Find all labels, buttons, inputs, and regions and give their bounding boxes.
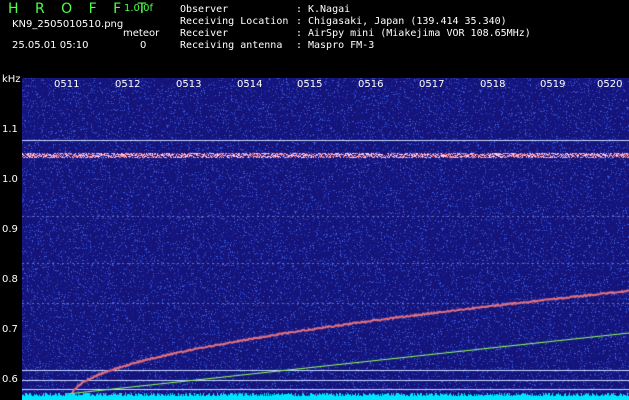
observer-key: Observer xyxy=(180,4,229,15)
spectrogram-canvas xyxy=(22,78,629,400)
x-tick-0514: 0514 xyxy=(237,79,263,90)
datetime-label: 25.05.01 05:10 xyxy=(12,40,89,51)
meteor-label: meteor xyxy=(123,28,160,39)
location-value: Chigasaki, Japan (139.414 35.340) xyxy=(308,16,507,27)
x-tick-0511: 0511 xyxy=(54,79,80,90)
x-tick-0517: 0517 xyxy=(419,79,445,90)
x-tick-0513: 0513 xyxy=(176,79,202,90)
antenna-value: Maspro FM-3 xyxy=(308,40,375,51)
version-label: 1.0.0f xyxy=(124,3,153,14)
x-tick-0515: 0515 xyxy=(297,79,323,90)
meteor-count: 0 xyxy=(140,40,147,51)
location-sep: : xyxy=(296,16,303,27)
receiver-value: AirSpy mini (Miakejima VOR 108.65MHz) xyxy=(308,28,531,39)
axis-unit-label: kHz xyxy=(2,74,21,85)
antenna-key: Receiving antenna xyxy=(180,40,283,51)
y-tick-1-1: 1.1 xyxy=(2,124,18,135)
antenna-sep: : xyxy=(296,40,303,51)
x-tick-0512: 0512 xyxy=(115,79,141,90)
observer-value: K.Nagai xyxy=(308,4,351,15)
x-tick-0520: 0520 xyxy=(597,79,623,90)
y-tick-0-6: 0.6 xyxy=(2,374,18,385)
y-tick-0-8: 0.8 xyxy=(2,274,18,285)
filename-label: KN9_2505010510.png xyxy=(12,19,124,30)
observer-sep: : xyxy=(296,4,303,15)
x-tick-0519: 0519 xyxy=(540,79,566,90)
receiver-key: Receiver xyxy=(180,28,229,39)
y-tick-0-7: 0.7 xyxy=(2,324,18,335)
receiver-sep: : xyxy=(296,28,303,39)
x-tick-0518: 0518 xyxy=(480,79,506,90)
location-key: Receiving Location xyxy=(180,16,289,27)
y-tick-0-9: 0.9 xyxy=(2,224,18,235)
y-tick-1-0: 1.0 xyxy=(2,174,18,185)
x-tick-0516: 0516 xyxy=(358,79,384,90)
hrofft-window: H R O F F T 1.0.0f KN9_2505010510.png me… xyxy=(0,0,629,400)
